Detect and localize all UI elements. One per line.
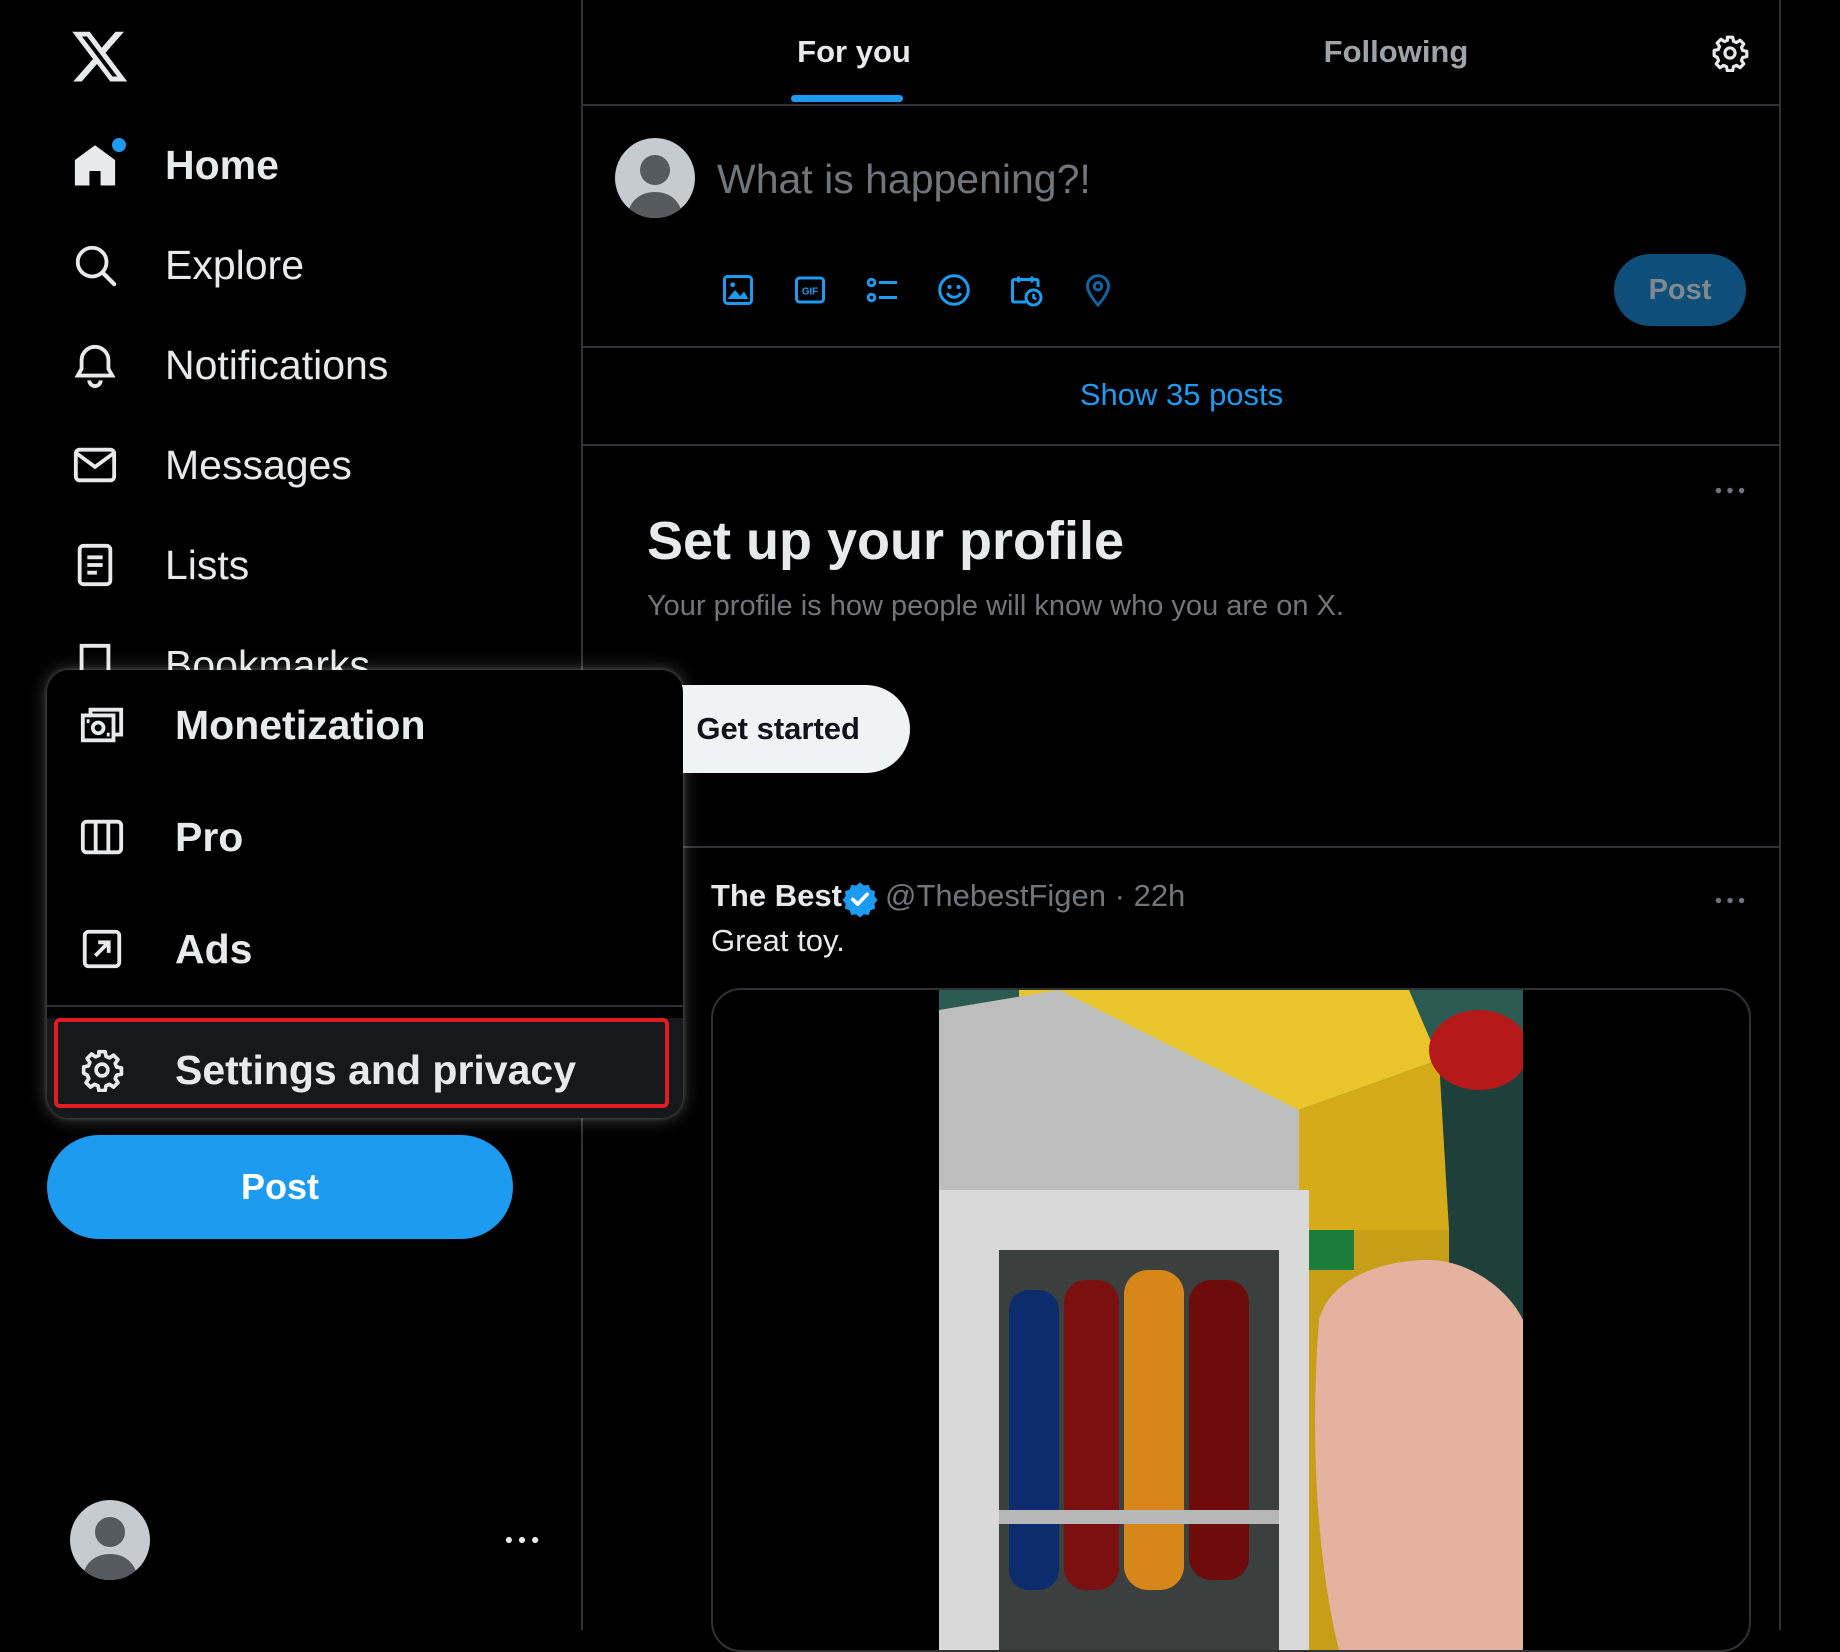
poll-icon[interactable] <box>860 268 904 312</box>
sidebar-post-button[interactable]: Post <box>47 1135 513 1239</box>
menu-item-settings-and-privacy[interactable]: Settings and privacy <box>47 1018 683 1118</box>
menu-divider <box>47 1005 683 1007</box>
mail-icon <box>70 440 120 490</box>
columns-icon <box>77 812 127 862</box>
schedule-icon[interactable] <box>1004 268 1048 312</box>
image-icon[interactable] <box>716 268 760 312</box>
account-more-icon[interactable] <box>500 1520 544 1560</box>
tweet-author-name[interactable]: The Best <box>711 878 842 914</box>
nav-label-lists: Lists <box>165 541 250 588</box>
main-right-border <box>1779 0 1781 1630</box>
tab-for-you[interactable]: For you <box>583 0 1125 104</box>
list-icon <box>70 540 120 590</box>
divider <box>583 346 1780 348</box>
gif-icon[interactable]: GIF <box>788 268 832 312</box>
svg-text:GIF: GIF <box>802 287 818 298</box>
divider <box>583 104 1780 106</box>
menu-label-pro: Pro <box>175 813 244 860</box>
tweet-video-thumbnail[interactable] <box>939 990 1523 1650</box>
menu-item-monetization[interactable]: Monetization <box>47 670 683 780</box>
nav-label-explore: Explore <box>165 241 305 288</box>
tweet-text: Great toy. <box>711 923 845 958</box>
profile-card-more-icon[interactable] <box>1705 470 1755 510</box>
composer-avatar[interactable] <box>615 138 695 218</box>
profile-card-title: Set up your profile <box>647 511 1125 571</box>
menu-label-ads: Ads <box>175 925 253 972</box>
nav-explore[interactable]: Explore <box>70 230 304 300</box>
x-logo-icon[interactable] <box>70 26 130 86</box>
main-feed: For you Following GIF Post Show 35 posts… <box>563 0 1780 1652</box>
more-menu-popup: Monetization Pro Ads Settings and privac… <box>47 670 683 1118</box>
tab-following[interactable]: Following <box>1125 0 1667 104</box>
nav-home[interactable]: Home <box>70 130 279 200</box>
show-new-posts-link[interactable]: Show 35 posts <box>583 350 1780 440</box>
tweet-more-icon[interactable] <box>1705 880 1755 920</box>
location-icon[interactable] <box>1076 268 1120 312</box>
emoji-icon[interactable] <box>932 268 976 312</box>
nav-label-messages: Messages <box>165 441 352 488</box>
profile-card-subtitle: Your profile is how people will know who… <box>647 590 1344 622</box>
nav-messages[interactable]: Messages <box>70 430 352 500</box>
divider <box>583 444 1780 446</box>
nav-label-notifications: Notifications <box>165 341 389 388</box>
verified-badge-icon <box>841 880 879 918</box>
divider <box>583 846 1780 848</box>
menu-item-pro[interactable]: Pro <box>47 782 683 892</box>
composer-post-button[interactable]: Post <box>1614 254 1746 326</box>
search-icon <box>70 240 120 290</box>
nav-label-home: Home <box>165 141 279 188</box>
composer-input[interactable] <box>715 148 1619 210</box>
notification-dot <box>112 138 126 152</box>
gear-icon <box>77 1045 127 1095</box>
active-tab-indicator <box>791 95 903 102</box>
tweet-handle-time[interactable]: @ThebestFigen · 22h <box>885 878 1185 914</box>
nav-notifications[interactable]: Notifications <box>70 330 388 400</box>
nav-lists[interactable]: Lists <box>70 530 249 600</box>
ads-icon <box>77 924 127 974</box>
tweet-media[interactable] <box>711 988 1751 1652</box>
feed-settings-icon[interactable] <box>1705 28 1755 78</box>
bell-icon <box>70 340 120 390</box>
menu-label-settings-and-privacy: Settings and privacy <box>175 1046 577 1093</box>
menu-label-monetization: Monetization <box>175 701 426 748</box>
home-icon <box>70 138 126 190</box>
account-avatar[interactable] <box>70 1500 150 1580</box>
monetization-icon <box>77 700 127 750</box>
menu-item-ads[interactable]: Ads <box>47 894 683 1004</box>
